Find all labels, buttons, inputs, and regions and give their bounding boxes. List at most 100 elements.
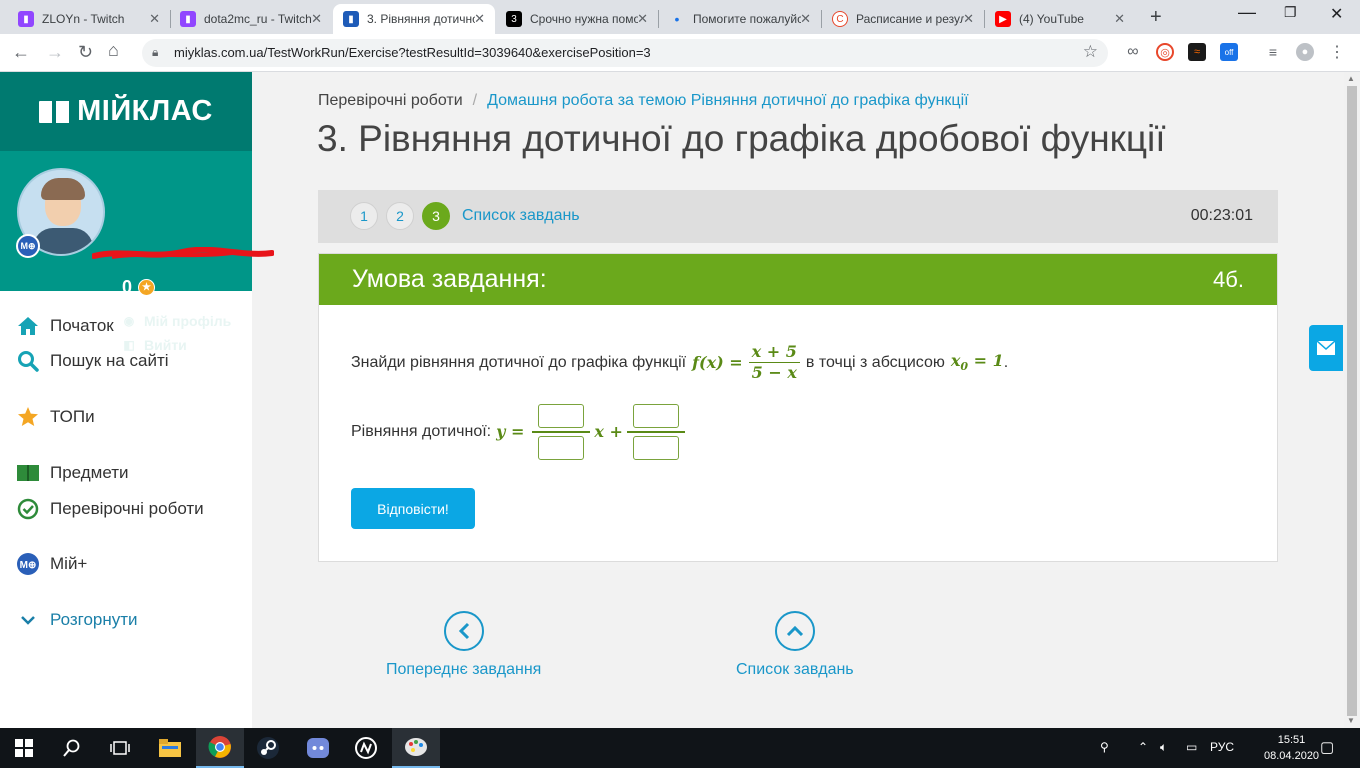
scroll-down-icon[interactable]: ▼ <box>1347 716 1355 725</box>
media-icon[interactable]: ≡ <box>1264 43 1282 61</box>
window-close-icon[interactable]: ✕ <box>1330 4 1343 24</box>
tab-title: (4) YouTube <box>1019 12 1084 26</box>
question-mid: в точці з абсцисою <box>805 353 945 371</box>
numerator-input-1[interactable] <box>538 404 585 428</box>
tab-title: ZLOYn - Twitch <box>42 12 125 26</box>
minimize-icon[interactable]: — <box>1238 2 1256 23</box>
windows-start-icon[interactable] <box>0 728 48 768</box>
task-page-2[interactable]: 2 <box>386 202 414 230</box>
browser-tab[interactable]: • Помогите пожалуйста ✕ <box>659 4 821 34</box>
file-explorer-icon[interactable] <box>146 728 194 768</box>
answer-label: Рівняння дотичної: <box>351 422 492 440</box>
browser-tab[interactable]: C Расписание и результаты ✕ <box>822 4 984 34</box>
breadcrumb: Перевірочні роботи / Домашня робота за т… <box>318 92 969 110</box>
sidebar-item-label: Перевірочні роботи <box>50 499 204 518</box>
forward-icon[interactable]: → <box>46 42 64 63</box>
brand-logo[interactable]: МІЙКЛАС <box>0 72 252 151</box>
people-icon[interactable]: ⚲ <box>1100 740 1109 754</box>
myplus-icon: M⊕ <box>16 552 40 576</box>
sidebar-item-myplus[interactable]: M⊕ Мій+ <box>16 552 87 576</box>
miyklas-icon: ▮ <box>343 11 359 27</box>
feedback-mail-button[interactable] <box>1309 325 1343 371</box>
clock-date: 08.04.2020 <box>1264 750 1320 762</box>
scroll-up-icon[interactable]: ▲ <box>1347 74 1355 83</box>
lock-icon: 🔒︎ <box>152 45 159 59</box>
infinity-extension-icon[interactable]: ∞ <box>1124 43 1142 61</box>
reload-icon[interactable]: ↻ <box>78 42 93 63</box>
sidebar-item-subjects[interactable]: Предмети <box>16 461 129 485</box>
network-icon[interactable]: ▭ <box>1186 740 1197 754</box>
extension-icon[interactable]: ≈ <box>1188 43 1206 61</box>
sidebar-item-tests[interactable]: Перевірочні роботи <box>16 497 204 521</box>
task-header: Умова завдання: 4б. <box>319 254 1277 305</box>
function-lhs: f(x) = <box>692 353 743 372</box>
input-language[interactable]: РУС <box>1210 740 1234 754</box>
close-icon[interactable]: ✕ <box>637 11 648 27</box>
profile-panel: M⊕ 0 ★ ◉ Мій профіль ◧ Вийти <box>0 151 274 353</box>
scrollbar-thumb[interactable] <box>1347 86 1357 716</box>
browser-tab[interactable]: ▶ (4) YouTube ✕ <box>985 4 1135 34</box>
submit-answer-button[interactable]: Відповісти! <box>351 488 475 529</box>
browser-tab[interactable]: 3 Срочно нужна помощь ✕ <box>496 4 658 34</box>
numerator-input-2[interactable] <box>632 404 679 428</box>
profile-icon[interactable]: ● <box>1296 43 1314 61</box>
tray-chevron-up-icon[interactable]: ⌃ <box>1138 740 1148 754</box>
taskbar-clock[interactable]: 15:51 08.04.2020 <box>1264 732 1319 764</box>
task-list-link[interactable]: Список завдань <box>462 207 580 225</box>
task-score: 4б. <box>1213 266 1244 292</box>
breadcrumb-current[interactable]: Домашня робота за темою Рівняння дотично… <box>487 92 969 110</box>
brand-name: МІЙКЛАС <box>77 95 213 127</box>
circle-c-icon: C <box>832 11 848 27</box>
close-icon[interactable]: ✕ <box>149 11 160 27</box>
notifications-icon[interactable]: ▢ <box>1320 738 1334 756</box>
chrome-icon[interactable] <box>196 728 244 768</box>
restore-icon[interactable]: ❐ <box>1284 4 1297 21</box>
menu-dots-icon[interactable]: ⋮ <box>1328 43 1346 61</box>
close-icon[interactable]: ✕ <box>1114 11 1125 27</box>
close-icon[interactable]: ✕ <box>963 11 974 27</box>
twitch-icon: ▮ <box>18 11 34 27</box>
volume-icon[interactable]: 🔈︎ <box>1160 740 1167 755</box>
page-scrollbar[interactable]: ▲ ▼ <box>1344 72 1360 728</box>
twitch-icon: ▮ <box>180 11 196 27</box>
extension-off-icon[interactable]: off <box>1220 43 1238 61</box>
target-extension-icon[interactable]: ◎ <box>1156 43 1174 61</box>
tab-title: Срочно нужна помощь <box>530 12 638 26</box>
task-list-label: Список завдань <box>736 661 854 678</box>
close-icon[interactable]: ✕ <box>474 11 485 27</box>
task-list-nav[interactable]: Список завдань <box>736 611 854 679</box>
steam-icon[interactable] <box>244 728 292 768</box>
denominator-input-2[interactable] <box>632 435 679 460</box>
sidebar-item-search[interactable]: Пошук на сайті <box>16 349 169 373</box>
tab-title: dota2mc_ru - Twitch <box>204 12 312 26</box>
back-icon[interactable]: ← <box>12 42 30 63</box>
paint-app-icon[interactable] <box>392 728 440 768</box>
question-end: . <box>1003 353 1009 371</box>
home-browser-icon[interactable]: ⌂ <box>108 40 119 61</box>
sidebar-item-tops[interactable]: ТОПи <box>16 405 95 429</box>
new-tab-icon[interactable]: + <box>1150 6 1162 29</box>
breadcrumb-root[interactable]: Перевірочні роботи <box>318 92 463 110</box>
taskbar-search-icon[interactable] <box>48 728 96 768</box>
task-view-icon[interactable] <box>96 728 144 768</box>
my-profile-link[interactable]: ◉ Мій профіль <box>122 313 232 329</box>
previous-task-label: Попереднє завдання <box>386 661 542 678</box>
denominator-input-1[interactable] <box>538 435 585 460</box>
discord-icon[interactable] <box>294 728 342 768</box>
youtube-icon: ▶ <box>995 11 1011 27</box>
task-page-3-active[interactable]: 3 <box>422 202 450 230</box>
close-icon[interactable]: ✕ <box>311 11 322 27</box>
address-bar[interactable]: 🔒︎ miyklas.com.ua/TestWorkRun/Exercise?t… <box>142 39 1108 67</box>
close-icon[interactable]: ✕ <box>800 11 811 27</box>
browser-tab-active[interactable]: ▮ 3. Рівняння дотичної ✕ <box>333 4 495 34</box>
task-page-1[interactable]: 1 <box>350 202 378 230</box>
bookmark-star-icon[interactable]: ☆ <box>1083 42 1098 62</box>
browser-tab[interactable]: ▮ dota2mc_ru - Twitch ✕ <box>170 4 332 34</box>
app-icon[interactable] <box>342 728 390 768</box>
sidebar-expand[interactable]: Розгорнути <box>16 608 138 632</box>
tab-title: Расписание и результаты <box>856 12 964 26</box>
previous-task-nav[interactable]: Попереднє завдання <box>386 611 541 679</box>
sidebar-item-home[interactable]: Початок <box>16 314 114 338</box>
answer-fraction-1 <box>528 404 594 460</box>
browser-tab[interactable]: ▮ ZLOYn - Twitch ✕ <box>8 4 170 34</box>
